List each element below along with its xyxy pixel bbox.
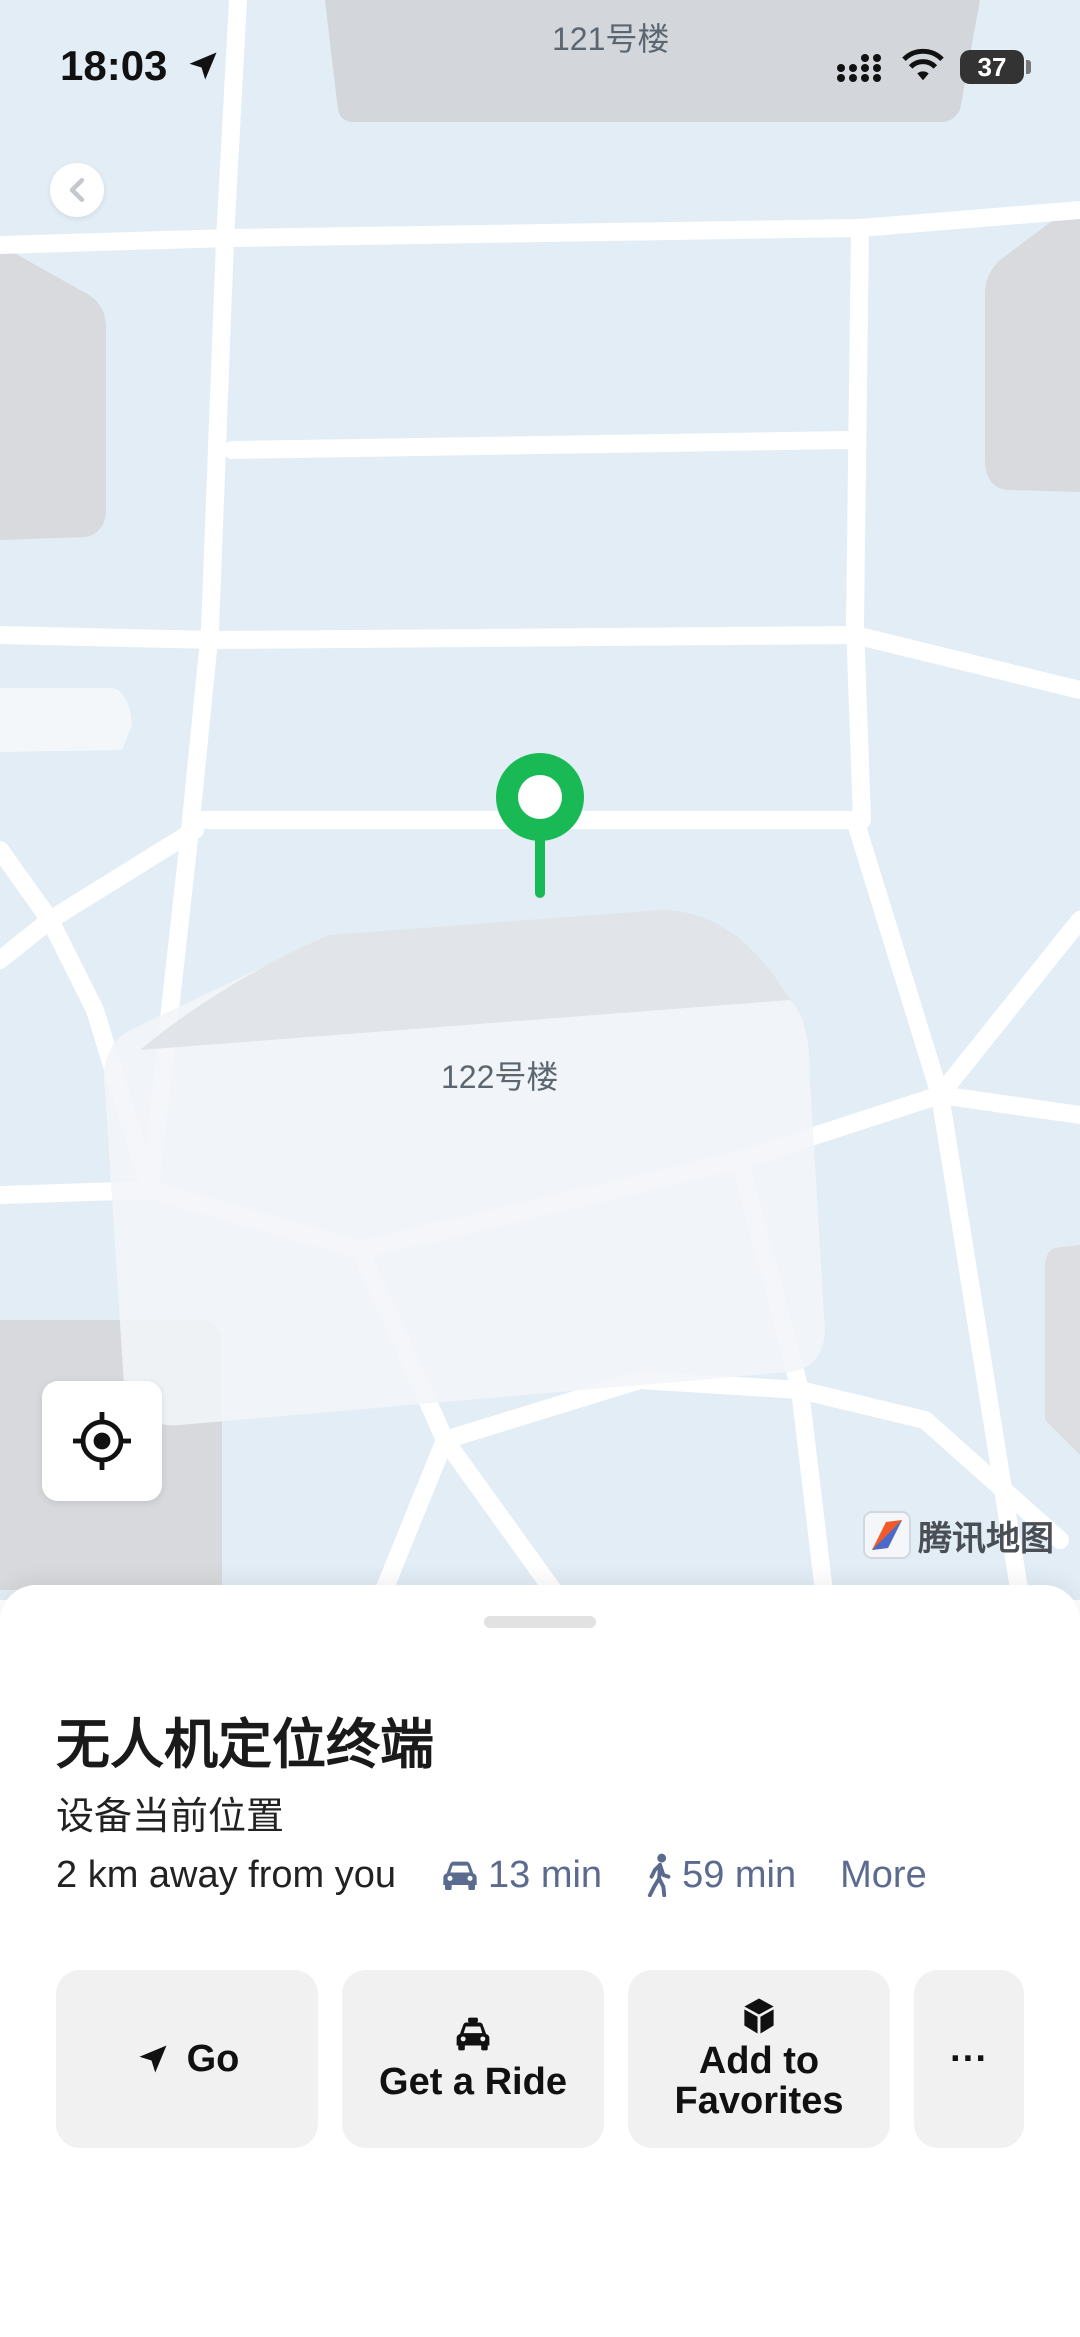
place-title: 无人机定位终端	[56, 1715, 434, 1775]
taxi-icon	[456, 2017, 490, 2051]
more-routes-link[interactable]: More	[840, 1854, 927, 1897]
go-button[interactable]: Go	[56, 1970, 318, 2148]
map-provider-name: 腾讯地图	[918, 1519, 1054, 1558]
add-to-favorites-label-2: Favorites	[674, 2080, 844, 2122]
sheet-drag-handle[interactable]	[484, 1616, 596, 1628]
route-info-row: 2 km away from you 13 min 59 min More	[56, 1850, 927, 1900]
distance-text: 2 km away from you	[56, 1853, 396, 1896]
ellipsis-icon: ···	[950, 2038, 988, 2080]
walk-time: 59 min	[682, 1853, 797, 1896]
navigate-icon	[139, 2045, 167, 2073]
get-a-ride-button[interactable]: Get a Ride	[342, 1970, 604, 2148]
tencent-map-logo-icon	[863, 1511, 911, 1559]
car-icon	[443, 1861, 477, 1890]
walk-eta[interactable]: 59 min	[646, 1853, 796, 1897]
get-a-ride-label: Get a Ride	[379, 2061, 567, 2103]
map-label-top-building: 121号楼	[552, 21, 670, 57]
signal-icon	[837, 54, 881, 82]
back-button[interactable]	[50, 163, 104, 217]
map-view[interactable]: 18:03 37 121号楼 122号楼 腾讯地图	[0, 0, 1080, 1600]
add-to-favorites-button[interactable]: Add to Favorites	[628, 1970, 890, 2148]
status-bar: 18:03 37	[0, 0, 1080, 140]
map-label-main-building: 122号楼	[441, 1059, 559, 1095]
battery-icon: 37	[960, 50, 1024, 84]
drive-time: 13 min	[488, 1853, 603, 1896]
back-chevron-icon	[69, 177, 85, 203]
map-pin-icon[interactable]	[495, 752, 585, 900]
place-detail-sheet: 无人机定位终端 设备当前位置 2 km away from you 13 min…	[0, 1585, 1080, 2337]
locate-icon	[73, 1412, 131, 1470]
place-subtitle: 设备当前位置	[56, 1796, 285, 1838]
locate-me-button[interactable]	[42, 1381, 162, 1501]
more-options-button[interactable]: ···	[914, 1970, 1024, 2148]
battery-cap	[1026, 60, 1031, 74]
status-time: 18:03	[60, 42, 168, 89]
location-arrow-icon	[189, 52, 217, 80]
walk-icon	[647, 1853, 671, 1897]
drive-eta[interactable]: 13 min	[440, 1854, 602, 1897]
add-to-favorites-label-1: Add to	[698, 2040, 820, 2082]
map-provider-logo: 腾讯地图	[862, 1510, 1054, 1560]
go-label: Go	[186, 2038, 240, 2080]
wifi-icon	[902, 48, 944, 81]
cube-icon	[744, 1998, 774, 2034]
